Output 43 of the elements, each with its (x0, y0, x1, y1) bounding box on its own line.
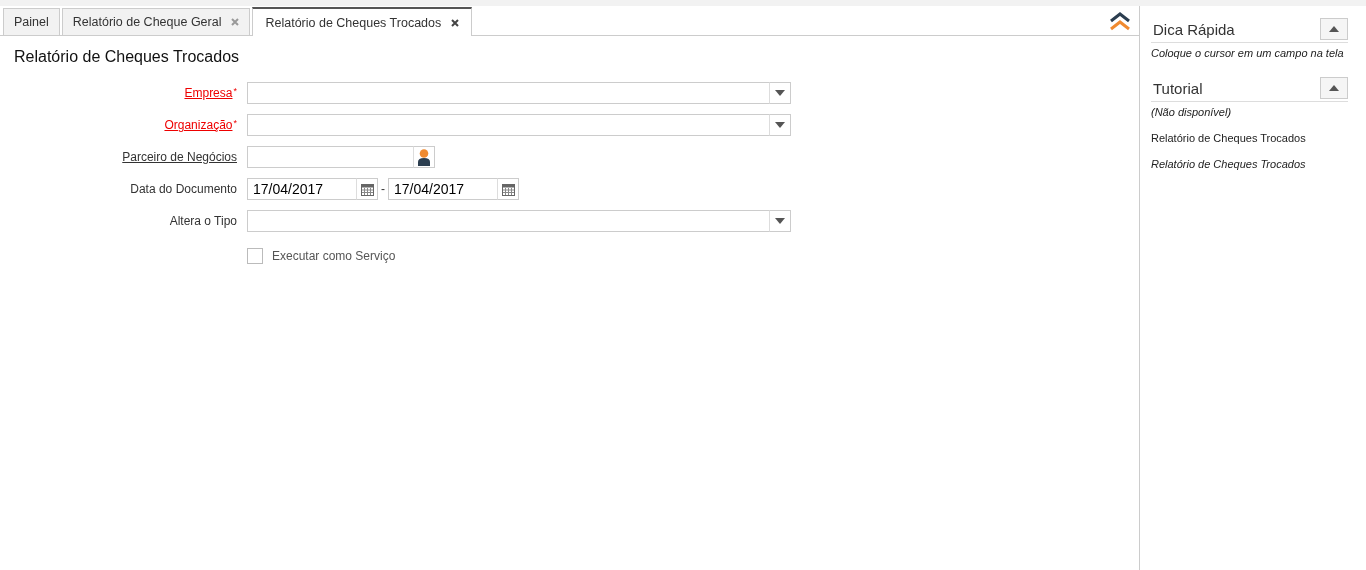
range-separator: - (381, 182, 385, 196)
form-title: Relatório de Cheques Trocados (14, 48, 241, 66)
field-label-link[interactable]: Parceiro de Negócios (122, 150, 237, 164)
input-field[interactable] (247, 210, 770, 232)
calendar-button[interactable] (356, 178, 378, 200)
input-field[interactable]: 17/04/2017 (388, 178, 498, 200)
required-mark: * (233, 86, 237, 96)
panel-text: Coloque o cursor em um campo na tela (1151, 47, 1345, 59)
collapse-button[interactable] (1320, 18, 1348, 40)
required-mark: * (233, 118, 237, 128)
input-field[interactable] (247, 146, 414, 168)
checkbox-label: Executar como Serviço (272, 249, 396, 263)
input-field[interactable] (247, 82, 770, 104)
field-label: Altera o Tipo (169, 214, 237, 228)
panel-text: (Não disponível) (1151, 106, 1233, 118)
input-field[interactable]: 17/04/2017 (247, 178, 357, 200)
person-icon (417, 148, 431, 166)
caret-icon (775, 218, 785, 224)
collapse-button[interactable] (1320, 77, 1348, 99)
section-title: Tutorial (1153, 79, 1203, 97)
caret-up-icon (1329, 85, 1339, 91)
dropdown-button[interactable] (769, 114, 791, 136)
field-label: Data do Documento (130, 182, 237, 196)
person-search-button[interactable] (413, 146, 435, 168)
panel-text: Relatório de Cheques Trocados (1151, 132, 1307, 144)
section-title: Dica Rápida (1153, 20, 1235, 38)
input-field[interactable] (247, 114, 770, 136)
field-label-link[interactable]: Empresa (184, 86, 233, 100)
caret-icon (775, 122, 785, 128)
tab[interactable]: Painel (3, 8, 60, 35)
calendar-icon (360, 182, 374, 196)
checkbox[interactable] (247, 248, 263, 264)
field-label-link[interactable]: Organização (164, 118, 233, 132)
panel-text: Relatório de Cheques Trocados (1151, 158, 1307, 170)
collapse-icon[interactable] (1109, 10, 1131, 31)
caret-icon (775, 90, 785, 96)
caret-up-icon (1329, 26, 1339, 32)
calendar-button[interactable] (497, 178, 519, 200)
calendar-icon (501, 182, 515, 196)
dropdown-button[interactable] (769, 210, 791, 232)
dropdown-button[interactable] (769, 82, 791, 104)
tab[interactable]: Relatório de Cheque Geral (61, 8, 251, 35)
tab[interactable]: Relatório de Cheques Trocados (252, 7, 473, 36)
